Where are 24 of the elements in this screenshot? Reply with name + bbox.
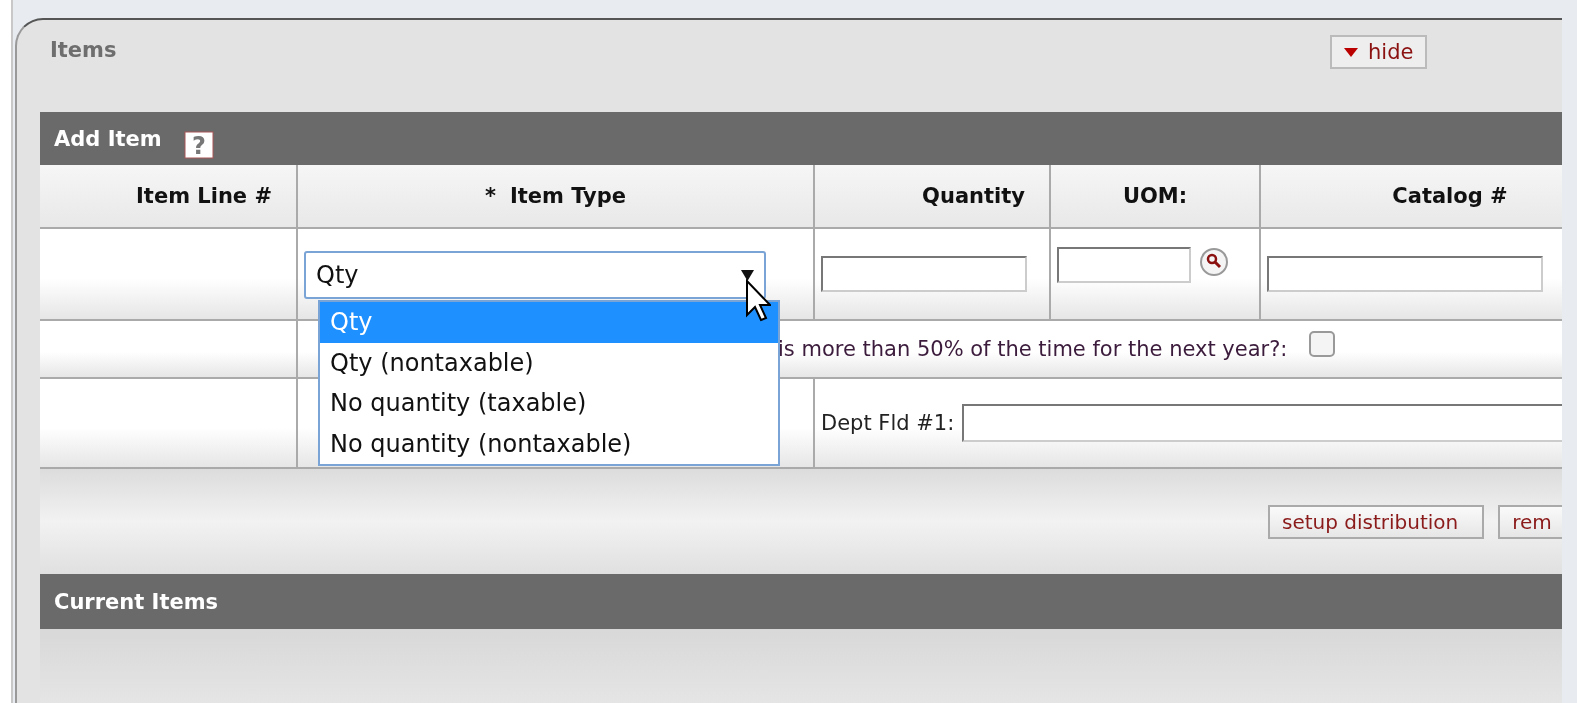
hide-button[interactable]: hide [1330, 35, 1428, 69]
column-label: Catalog # [1392, 184, 1508, 208]
panel-title: Items [49, 38, 118, 62]
uom-field[interactable] [1057, 247, 1191, 283]
dropdown-arrow-icon [741, 269, 754, 281]
field-label: Dept Fld #1: [821, 411, 955, 435]
section-title: Current Items [54, 589, 219, 614]
column-label: Item Line # [136, 184, 272, 208]
checkbox[interactable] [1309, 331, 1336, 357]
action-button[interactable]: setup distribution [1268, 504, 1485, 539]
help-icon[interactable]: ? [183, 130, 214, 159]
quantity-field[interactable] [821, 256, 1027, 292]
section-title: Add Item [54, 126, 162, 151]
catalog-field[interactable] [1267, 256, 1543, 292]
item-type-dropdown[interactable]: Qty [304, 251, 766, 299]
search-icon[interactable] [1199, 247, 1229, 277]
dept-field[interactable] [962, 404, 1562, 442]
caret-icon [1344, 47, 1358, 57]
required-mark: * [484, 184, 496, 208]
column-label: UOM: [1122, 184, 1188, 208]
question-text: is more than 50% of the time for the next year?: [778, 337, 1288, 361]
column-label: Item Type [509, 184, 627, 208]
column-label: Quantity [922, 184, 1025, 208]
action-button[interactable]: rem [1498, 504, 1562, 539]
